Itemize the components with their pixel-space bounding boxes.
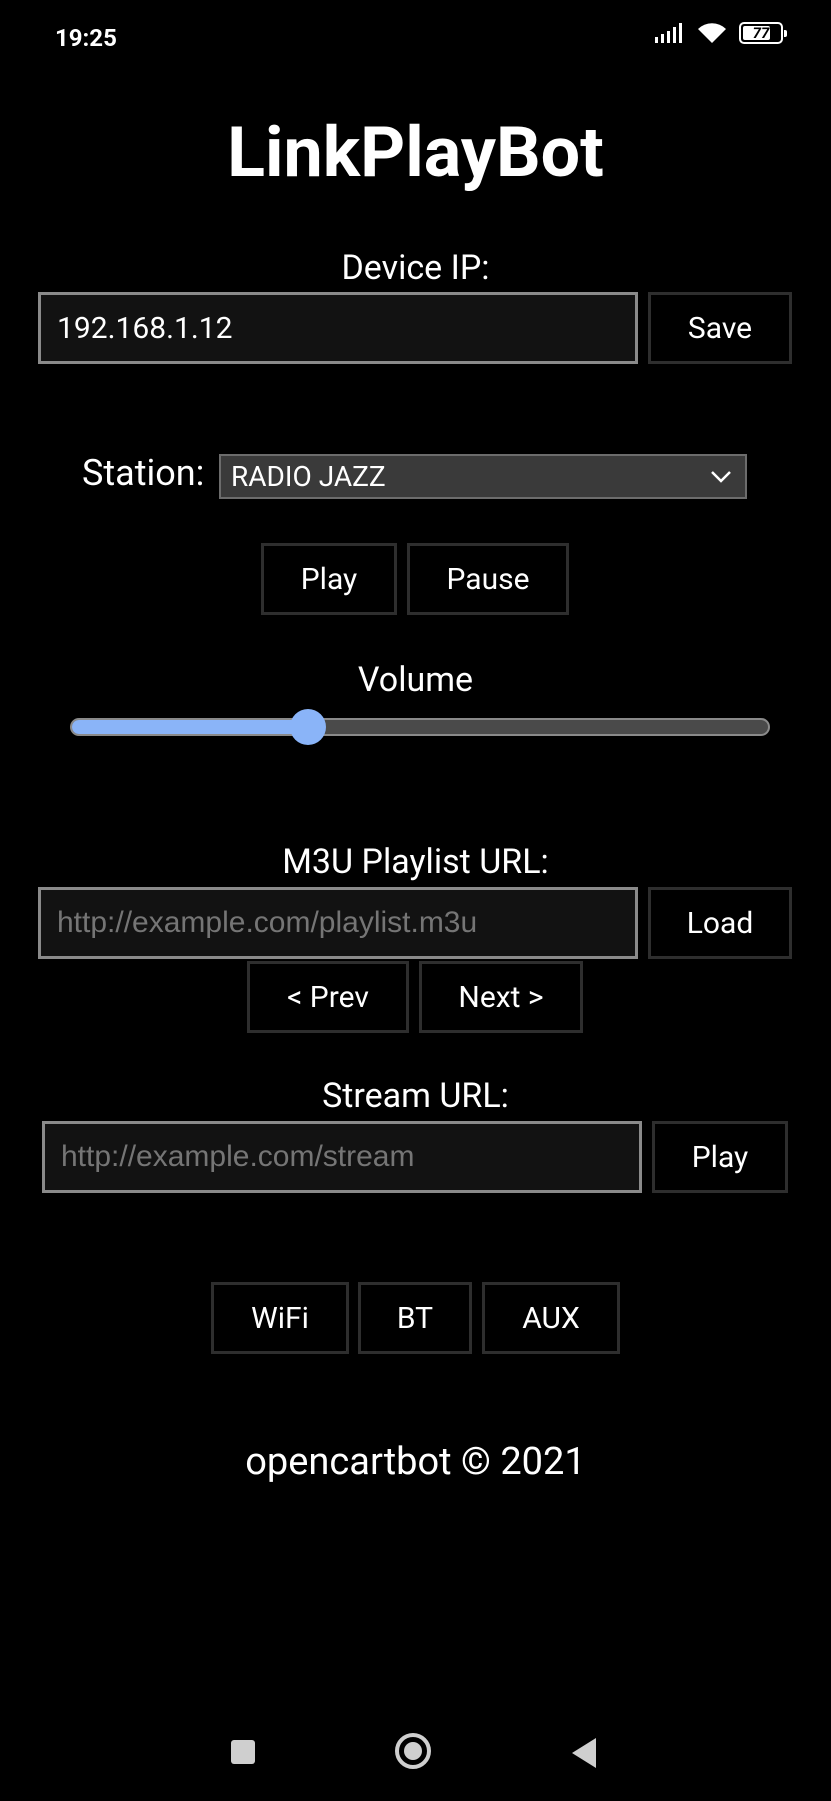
chevron-down-icon bbox=[711, 471, 731, 483]
save-button[interactable]: Save bbox=[648, 292, 792, 364]
load-button[interactable]: Load bbox=[648, 887, 792, 959]
battery-level: 77 bbox=[752, 24, 770, 42]
station-select[interactable]: RADIO JAZZ bbox=[219, 454, 747, 499]
next-button[interactable]: Next > bbox=[419, 961, 583, 1033]
wifi-button[interactable]: WiFi bbox=[211, 1282, 349, 1354]
home-icon[interactable] bbox=[395, 1733, 431, 1769]
playlist-url-input[interactable] bbox=[38, 887, 638, 959]
volume-slider-track[interactable] bbox=[70, 718, 770, 736]
bt-button[interactable]: BT bbox=[358, 1282, 472, 1354]
recents-icon[interactable] bbox=[231, 1740, 255, 1764]
pause-button[interactable]: Pause bbox=[407, 543, 569, 615]
app-title: LinkPlayBot bbox=[227, 112, 604, 194]
station-selected: RADIO JAZZ bbox=[231, 460, 386, 493]
station-label: Station: bbox=[82, 452, 205, 494]
stream-url-input[interactable] bbox=[42, 1121, 642, 1193]
aux-button[interactable]: AUX bbox=[482, 1282, 620, 1354]
footer-text: opencartbot © 2021 bbox=[245, 1440, 586, 1484]
back-icon[interactable] bbox=[572, 1738, 596, 1768]
status-time: 19:25 bbox=[55, 24, 117, 52]
device-ip-label: Device IP: bbox=[341, 248, 490, 288]
volume-label: Volume bbox=[357, 660, 474, 700]
playlist-url-label: M3U Playlist URL: bbox=[282, 842, 549, 882]
stream-url-label: Stream URL: bbox=[322, 1076, 509, 1116]
wifi-icon bbox=[698, 23, 726, 43]
volume-slider-fill bbox=[72, 720, 309, 734]
play-button[interactable]: Play bbox=[261, 543, 397, 615]
status-icons: 77 bbox=[655, 22, 787, 44]
battery-icon: 77 bbox=[739, 22, 787, 44]
volume-slider-thumb[interactable] bbox=[290, 709, 326, 745]
stream-play-button[interactable]: Play bbox=[652, 1121, 788, 1193]
device-ip-input[interactable]: 192.168.1.12 bbox=[38, 292, 638, 364]
signal-icon bbox=[655, 23, 682, 43]
prev-button[interactable]: < Prev bbox=[247, 961, 409, 1033]
